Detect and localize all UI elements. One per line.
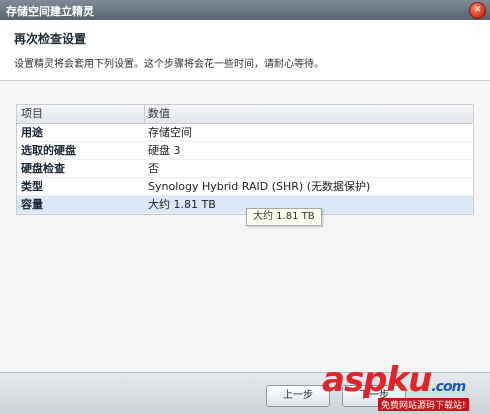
column-divider[interactable] [144, 105, 145, 123]
row-label: 用途 [21, 126, 43, 139]
page-title: 再次检查设置 [14, 32, 87, 46]
table-row-selected[interactable]: 容量 大约 1.81 TB [17, 196, 473, 214]
wizard-header: 再次检查设置 设置精灵将会套用下列设置。这个步骤将会花一些时间，请耐心等待。 [0, 20, 490, 81]
capacity-tooltip: 大约 1.81 TB [246, 208, 322, 226]
watermark-tagline: 免费网站源码下载站! [378, 398, 469, 411]
watermark-brand: aspku.com [322, 360, 466, 400]
row-value: Synology Hybrid RAID (SHR) (无数据保护) [148, 180, 371, 193]
table-row[interactable]: 用途 存储空间 [17, 124, 473, 142]
watermark-tld: .com [431, 379, 466, 395]
window-title: 存储空间建立精灵 [6, 5, 94, 18]
row-value: 存储空间 [148, 126, 192, 139]
close-icon[interactable]: ✕ [469, 2, 486, 19]
table-row[interactable]: 选取的硬盘 硬盘 3 [17, 142, 473, 160]
row-value: 硬盘 3 [148, 144, 181, 157]
row-value: 否 [148, 162, 159, 175]
row-label: 类型 [21, 180, 43, 193]
title-bar: 存储空间建立精灵 ✕ [0, 0, 490, 20]
settings-table: 项目 数值 用途 存储空间 选取的硬盘 硬盘 3 硬盘检查 否 类型 Synol… [16, 104, 474, 215]
row-label: 硬盘检查 [21, 162, 65, 175]
table-row[interactable]: 硬盘检查 否 [17, 160, 473, 178]
wizard-window: 存储空间建立精灵 ✕ 再次检查设置 设置精灵将会套用下列设置。这个步骤将会花一些… [0, 0, 490, 414]
column-header-value[interactable]: 数值 [148, 105, 468, 123]
site-watermark-logo: aspku.com 免费网站源码下载站! [318, 360, 490, 413]
row-label: 选取的硬盘 [21, 144, 76, 157]
page-description: 设置精灵将会套用下列设置。这个步骤将会花一些时间，请耐心等待。 [14, 59, 324, 70]
row-label: 容量 [21, 198, 43, 211]
table-header: 项目 数值 [17, 105, 473, 124]
column-header-item[interactable]: 项目 [21, 105, 141, 123]
table-row[interactable]: 类型 Synology Hybrid RAID (SHR) (无数据保护) [17, 178, 473, 196]
